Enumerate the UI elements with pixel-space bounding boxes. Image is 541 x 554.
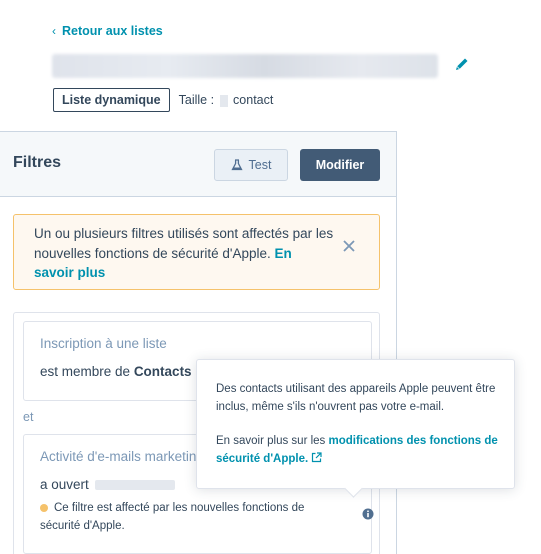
filter-value: Contacts — [133, 364, 192, 379]
filters-panel: Filtres Test Modifier Un ou plusieurs fi… — [0, 131, 397, 554]
and-connector: et — [23, 410, 34, 424]
size-label: Taille : — [178, 93, 215, 107]
pencil-icon[interactable] — [454, 56, 470, 72]
beaker-icon — [230, 159, 243, 171]
tooltip-learn-more-text: En savoir plus sur les — [216, 435, 326, 447]
external-link-icon — [312, 452, 322, 463]
list-title-redacted — [52, 54, 438, 78]
filter-condition: a ouvert — [40, 477, 175, 492]
back-to-lists-link[interactable]: ‹ Retour aux listes — [52, 24, 163, 38]
tooltip-paragraph-2: En savoir plus sur les modifications des… — [216, 432, 501, 468]
alert-message: Un ou plusieurs filtres utilisés sont af… — [34, 224, 334, 283]
close-icon[interactable] — [341, 238, 357, 254]
modify-button[interactable]: Modifier — [300, 149, 380, 181]
info-icon[interactable] — [362, 508, 374, 520]
list-meta: Liste dynamique Taille : contact — [53, 88, 273, 112]
filter-type-label: Inscription à une liste — [40, 336, 167, 351]
filters-panel-header: Filtres Test Modifier — [0, 132, 396, 197]
apple-privacy-alert: Un ou plusieurs filtres utilisés sont af… — [13, 214, 380, 290]
panel-title: Filtres — [13, 154, 62, 171]
apple-privacy-tooltip: Des contacts utilisant des appareils App… — [196, 359, 515, 489]
test-button[interactable]: Test — [214, 149, 288, 181]
back-link-label: Retour aux listes — [62, 24, 163, 38]
filter-warning: Ce filtre est affecté par les nouvelles … — [40, 499, 340, 535]
tooltip-paragraph-1: Des contacts utilisant des appareils App… — [216, 383, 496, 413]
filter-warning-text: Ce filtre est affecté par les nouvelles … — [40, 502, 305, 532]
test-button-label: Test — [248, 158, 272, 172]
email-name-redacted — [94, 480, 175, 491]
list-type-tag: Liste dynamique — [53, 88, 170, 112]
filter-condition: est membre de Contacts — [40, 364, 192, 379]
filter-operator: a ouvert — [40, 477, 89, 492]
size-count-redacted — [219, 94, 228, 107]
chevron-left-icon: ‹ — [52, 24, 56, 38]
filter-operator: est membre de — [40, 364, 131, 379]
warning-dot — [40, 503, 48, 512]
size-unit: contact — [233, 93, 274, 107]
list-size: Taille : contact — [179, 93, 274, 107]
filter-type-label: Activité d'e-mails marketing — [40, 449, 204, 464]
